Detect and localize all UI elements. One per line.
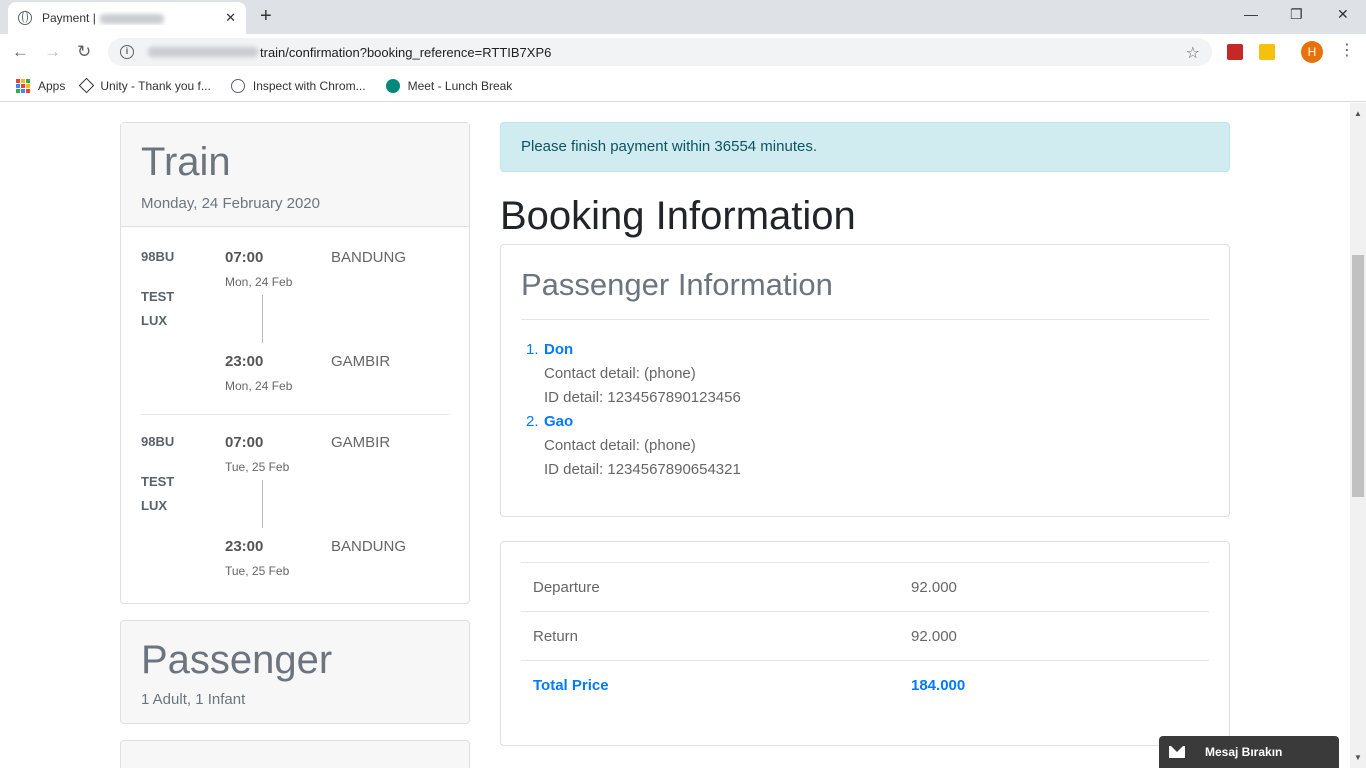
minimize-icon[interactable]: —: [1244, 6, 1258, 22]
blurred-host: [148, 47, 258, 57]
new-tab-button[interactable]: +: [260, 6, 272, 26]
arrive-station: BANDUNG: [331, 538, 407, 555]
trip-card: Train Monday, 24 February 2020 98BU TEST…: [120, 122, 470, 604]
arrive-date: Mon, 24 Feb: [225, 379, 293, 393]
passenger-number: 1.: [526, 341, 539, 358]
profile-avatar[interactable]: H: [1301, 41, 1323, 63]
address-bar-row: ← → ↻ i train/confirmation?booking_refer…: [0, 34, 1366, 70]
menu-icon[interactable]: ⋮: [1339, 42, 1355, 60]
url-field[interactable]: i train/confirmation?booking_reference=R…: [108, 38, 1212, 66]
apps-grid-icon: [16, 78, 30, 93]
bookmark-inspect[interactable]: Inspect with Chrom...: [230, 78, 366, 93]
train-code: 98BU: [141, 249, 175, 264]
envelope-icon: [1169, 746, 1185, 758]
scroll-down-icon[interactable]: ▼: [1354, 753, 1362, 762]
scroll-up-icon[interactable]: ▲: [1354, 109, 1362, 118]
extension-icon[interactable]: [1259, 44, 1275, 60]
price-row-departure: Departure 92.000: [521, 562, 1209, 611]
trip-date: Monday, 24 February 2020: [141, 195, 320, 212]
depart-station: GAMBIR: [331, 434, 391, 451]
train-class: LUX: [141, 498, 167, 513]
globe-icon: [18, 11, 32, 25]
passenger-id: ID detail: 1234567890123456: [544, 389, 741, 406]
passenger-name[interactable]: Gao: [544, 413, 573, 430]
leg-divider: [141, 414, 449, 415]
browser-tab[interactable]: Payment | ✕: [8, 2, 246, 34]
tab-title: Payment |: [42, 11, 96, 25]
total-price-value: 184.000: [911, 677, 966, 694]
page-content: Train Monday, 24 February 2020 98BU TEST…: [0, 103, 1350, 768]
bookmark-unity[interactable]: Unity - Thank you f...: [79, 77, 211, 94]
passenger-item: 2. Gao Contact detail: (phone) ID detail:…: [526, 410, 741, 482]
passenger-contact: Contact detail: (phone): [544, 365, 696, 382]
arrive-station: GAMBIR: [331, 353, 391, 370]
bookmark-star-icon[interactable]: ☆: [1186, 43, 1200, 63]
route-line: [262, 480, 263, 528]
extension-icon[interactable]: [1227, 44, 1243, 60]
browser-tab-bar: Payment | ✕ + — ❐ ✕: [0, 0, 1366, 34]
train-class: TEST: [141, 289, 175, 304]
price-value: 92.000: [911, 628, 957, 645]
price-row-return: Return 92.000: [521, 611, 1209, 660]
passenger-contact: Contact detail: (phone): [544, 437, 696, 454]
bookmark-label: Inspect with Chrom...: [252, 78, 366, 93]
close-tab-icon[interactable]: ✕: [225, 10, 236, 26]
bookmarks-bar: Apps Unity - Thank you f... Inspect with…: [0, 70, 1366, 102]
depart-date: Mon, 24 Feb: [225, 275, 293, 289]
bookmark-meet[interactable]: Meet - Lunch Break: [385, 78, 513, 93]
bookmark-label: Apps: [38, 78, 66, 93]
arrive-time: 23:00: [225, 538, 264, 555]
price-label: Departure: [533, 579, 600, 596]
arrive-date: Tue, 25 Feb: [225, 564, 290, 578]
scrollbar-thumb[interactable]: [1352, 255, 1364, 497]
passenger-item: 1. Don Contact detail: (phone) ID detail:…: [526, 338, 741, 410]
bookmark-label: Meet - Lunch Break: [407, 78, 513, 93]
depart-date: Tue, 25 Feb: [225, 460, 290, 474]
globe-icon: [230, 78, 245, 93]
train-class: TEST: [141, 474, 175, 489]
close-window-icon[interactable]: ✕: [1337, 6, 1349, 23]
passenger-info-title: Passenger Information: [521, 267, 833, 302]
passenger-count: 1 Adult, 1 Infant: [141, 691, 246, 708]
next-card: [120, 740, 470, 768]
bookmark-label: Unity - Thank you f...: [100, 78, 211, 93]
trip-header: Train Monday, 24 February 2020: [121, 123, 469, 227]
page-scrollbar[interactable]: ▲ ▼: [1350, 103, 1366, 768]
meet-icon: [385, 78, 400, 93]
train-class: LUX: [141, 313, 167, 328]
passenger-number: 2.: [526, 413, 539, 430]
price-label: Return: [533, 628, 579, 645]
price-row-total: Total Price 184.000: [521, 660, 1209, 709]
forward-icon[interactable]: →: [44, 42, 61, 62]
blurred-text: [99, 13, 164, 24]
passenger-summary-card: Passenger 1 Adult, 1 Infant: [120, 620, 470, 724]
route-line: [262, 295, 263, 343]
passenger-summary-title: Passenger: [141, 638, 333, 682]
back-icon[interactable]: ←: [12, 42, 29, 62]
unity-icon: [79, 77, 95, 94]
depart-time: 07:00: [225, 249, 264, 266]
chat-label: Mesaj Bırakın: [1205, 745, 1283, 759]
chat-widget-button[interactable]: Mesaj Bırakın: [1159, 736, 1339, 768]
restore-icon[interactable]: ❐: [1290, 6, 1303, 23]
url-text: train/confirmation?booking_reference=RTT…: [260, 44, 552, 60]
arrive-time: 23:00: [225, 353, 264, 370]
booking-heading: Booking Information: [500, 194, 856, 238]
depart-station: BANDUNG: [331, 249, 407, 266]
bookmark-apps[interactable]: Apps: [16, 78, 66, 93]
total-price-label: Total Price: [533, 677, 609, 694]
passenger-info-card: Passenger Information 1. Don Contact deta…: [500, 244, 1230, 517]
divider: [521, 319, 1209, 320]
price-value: 92.000: [911, 579, 957, 596]
train-code: 98BU: [141, 434, 175, 449]
price-card: Departure 92.000 Return 92.000 Total Pri…: [500, 541, 1230, 746]
depart-time: 07:00: [225, 434, 264, 451]
info-icon[interactable]: i: [120, 45, 134, 59]
passenger-id: ID detail: 1234567890654321: [544, 461, 741, 478]
payment-alert: Please finish payment within 36554 minut…: [500, 122, 1230, 172]
passenger-name[interactable]: Don: [544, 341, 573, 358]
trip-title: Train: [141, 140, 231, 184]
reload-icon[interactable]: ↻: [77, 42, 91, 62]
passenger-list: 1. Don Contact detail: (phone) ID detail:…: [526, 338, 741, 482]
